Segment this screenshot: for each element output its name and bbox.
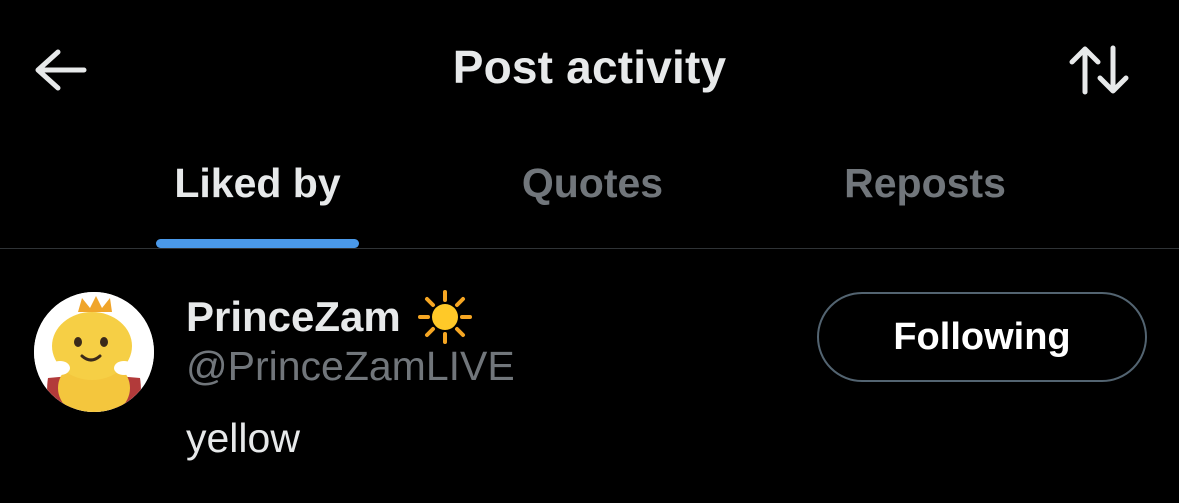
user-bio: yellow [186,415,300,461]
yellow-character-avatar [34,292,154,412]
user-handle[interactable]: @PrinceZamLIVE [186,343,515,390]
following-button[interactable]: Following [817,292,1147,382]
tab-label: Quotes [521,159,664,206]
sun-icon [417,290,472,344]
sort-arrows-icon [1069,45,1129,95]
user-list-item[interactable]: PrinceZam @PrinceZamLIVE yellow Followin… [0,249,1179,503]
active-tab-indicator [156,239,359,248]
page-title: Post activity [452,41,727,93]
display-name[interactable]: PrinceZam [186,293,401,341]
avatar[interactable] [34,292,154,412]
top-bar: Post activity [0,0,1179,130]
tab-reposts[interactable]: Reposts [800,130,1050,248]
tab-bar: Liked by Quotes Reposts [0,130,1179,248]
tab-label: Liked by [174,159,341,206]
tab-liked-by[interactable]: Liked by [120,130,395,248]
user-name-row[interactable]: PrinceZam [186,289,473,345]
tab-quotes[interactable]: Quotes [460,130,725,248]
sort-button[interactable] [1063,38,1135,102]
tab-label: Reposts [844,159,1006,206]
